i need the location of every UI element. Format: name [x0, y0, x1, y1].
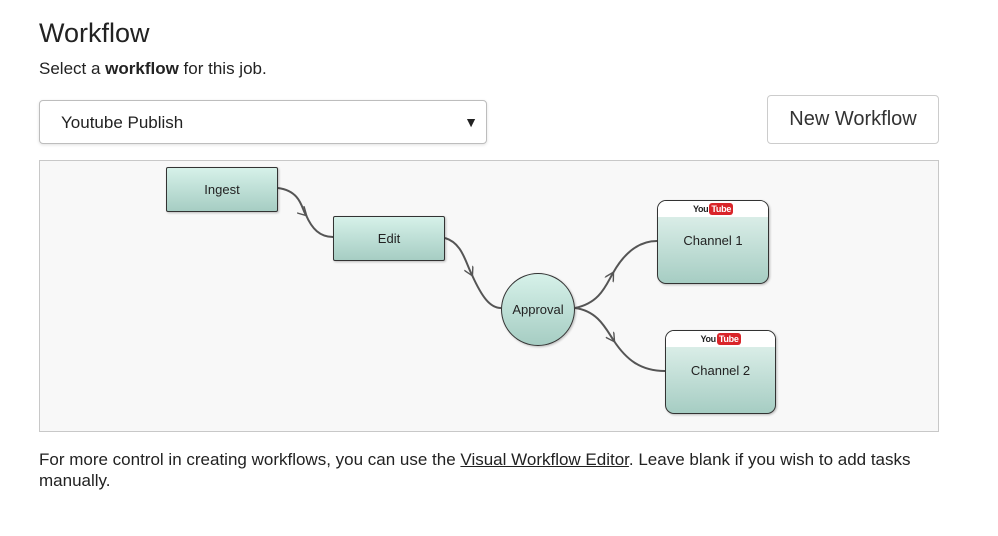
connector-approval-channel2-tail [613, 340, 666, 372]
subtitle-suffix: for this job. [178, 59, 267, 78]
channel-2-label: Channel 2 [690, 363, 751, 378]
subtitle-prefix: Select a [39, 59, 106, 78]
subtitle-bold: workflow [105, 59, 179, 78]
node-channel-1[interactable]: You Tube Channel 1 [657, 200, 769, 284]
help-text: For more control in creating workflows, … [39, 449, 939, 491]
connector-edit-approval [444, 237, 472, 275]
connector-ingest-edit-tail [305, 214, 334, 238]
channel-1-label: Channel 1 [683, 233, 743, 248]
node-channel-2[interactable]: You Tube Channel 2 [665, 330, 776, 414]
connector-approval-channel2 [574, 307, 614, 341]
connector-edit-approval-tail [471, 274, 502, 309]
visual-workflow-editor-link[interactable]: Visual Workflow Editor [460, 450, 629, 469]
new-workflow-button[interactable]: New Workflow [767, 95, 939, 144]
youtube-logo-icon: You Tube [658, 201, 768, 217]
node-approval[interactable]: Approval [501, 273, 575, 346]
workflow-select[interactable]: Youtube Publish ▼ [39, 100, 487, 144]
node-edit[interactable]: Edit [333, 216, 445, 261]
page-subtitle: Select a workflow for this job. [39, 59, 267, 79]
workflow-diagram: Ingest Edit Approval You Tube Channel 1 Y… [39, 160, 939, 432]
logo-you: You [700, 334, 716, 344]
youtube-logo-icon: You Tube [666, 331, 775, 347]
node-ingest[interactable]: Ingest [166, 167, 278, 212]
page-title: Workflow [39, 18, 150, 48]
logo-tube: Tube [716, 333, 741, 345]
connector-approval-channel1 [574, 273, 613, 309]
help-text-before: For more control in creating workflows, … [39, 450, 461, 469]
connector-ingest-edit [277, 187, 306, 215]
chevron-down-icon: ▼ [464, 114, 478, 130]
logo-tube: Tube [709, 203, 734, 215]
connector-approval-channel1-tail [612, 240, 658, 274]
logo-you: You [692, 204, 709, 214]
workflow-select-value: Youtube Publish [61, 113, 184, 132]
